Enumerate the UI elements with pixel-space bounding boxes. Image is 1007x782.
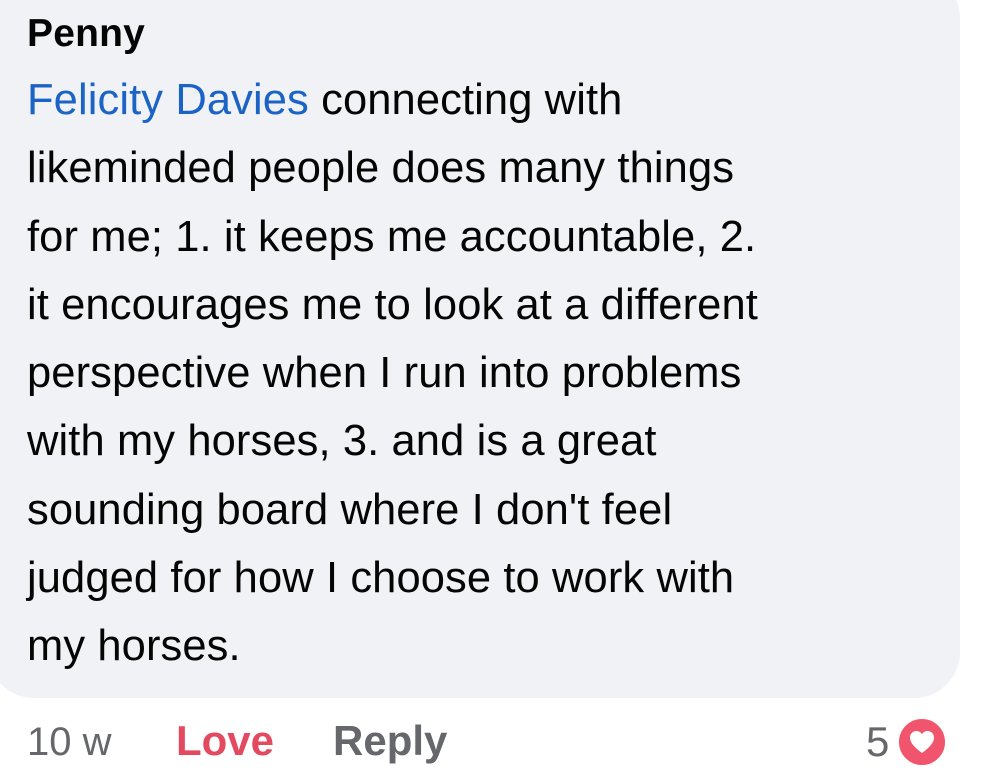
comment-timestamp[interactable]: 10 w (27, 718, 112, 766)
comment-line: perspective when I run into problems (27, 349, 742, 398)
comment-line: for me; 1. it keeps me accountable, 2. (27, 212, 757, 261)
reaction-count: 5 (866, 718, 890, 765)
comment-author[interactable]: Penny (27, 10, 145, 58)
comment-line: it encourages me to look at a different (27, 280, 758, 329)
heart-icon (910, 731, 935, 753)
reply-button[interactable]: Reply (333, 716, 447, 766)
comment-line: with my horses, 3. and is a great (27, 417, 657, 466)
comment-line: judged for how I choose to work with (27, 554, 735, 603)
comment-line: my horses. (27, 622, 241, 671)
love-button[interactable]: Love (176, 716, 274, 766)
comment-line: likeminded people does many things (27, 144, 735, 193)
comment-body: Felicity Davies connecting with likemind… (27, 66, 947, 681)
comment-screen: Penny Felicity Davies connecting with li… (0, 0, 1007, 782)
comment-line: Felicity Davies connecting with (27, 66, 947, 134)
comment-actions: 10 w Love Reply 5 (0, 712, 1007, 772)
comment-line: sounding board where I don't feel (27, 485, 673, 534)
heart-reaction-badge (895, 715, 950, 769)
comment-text: connecting with (308, 76, 623, 124)
reaction-summary[interactable]: 5 (866, 712, 950, 772)
mention-link[interactable]: Felicity Davies (27, 76, 309, 124)
